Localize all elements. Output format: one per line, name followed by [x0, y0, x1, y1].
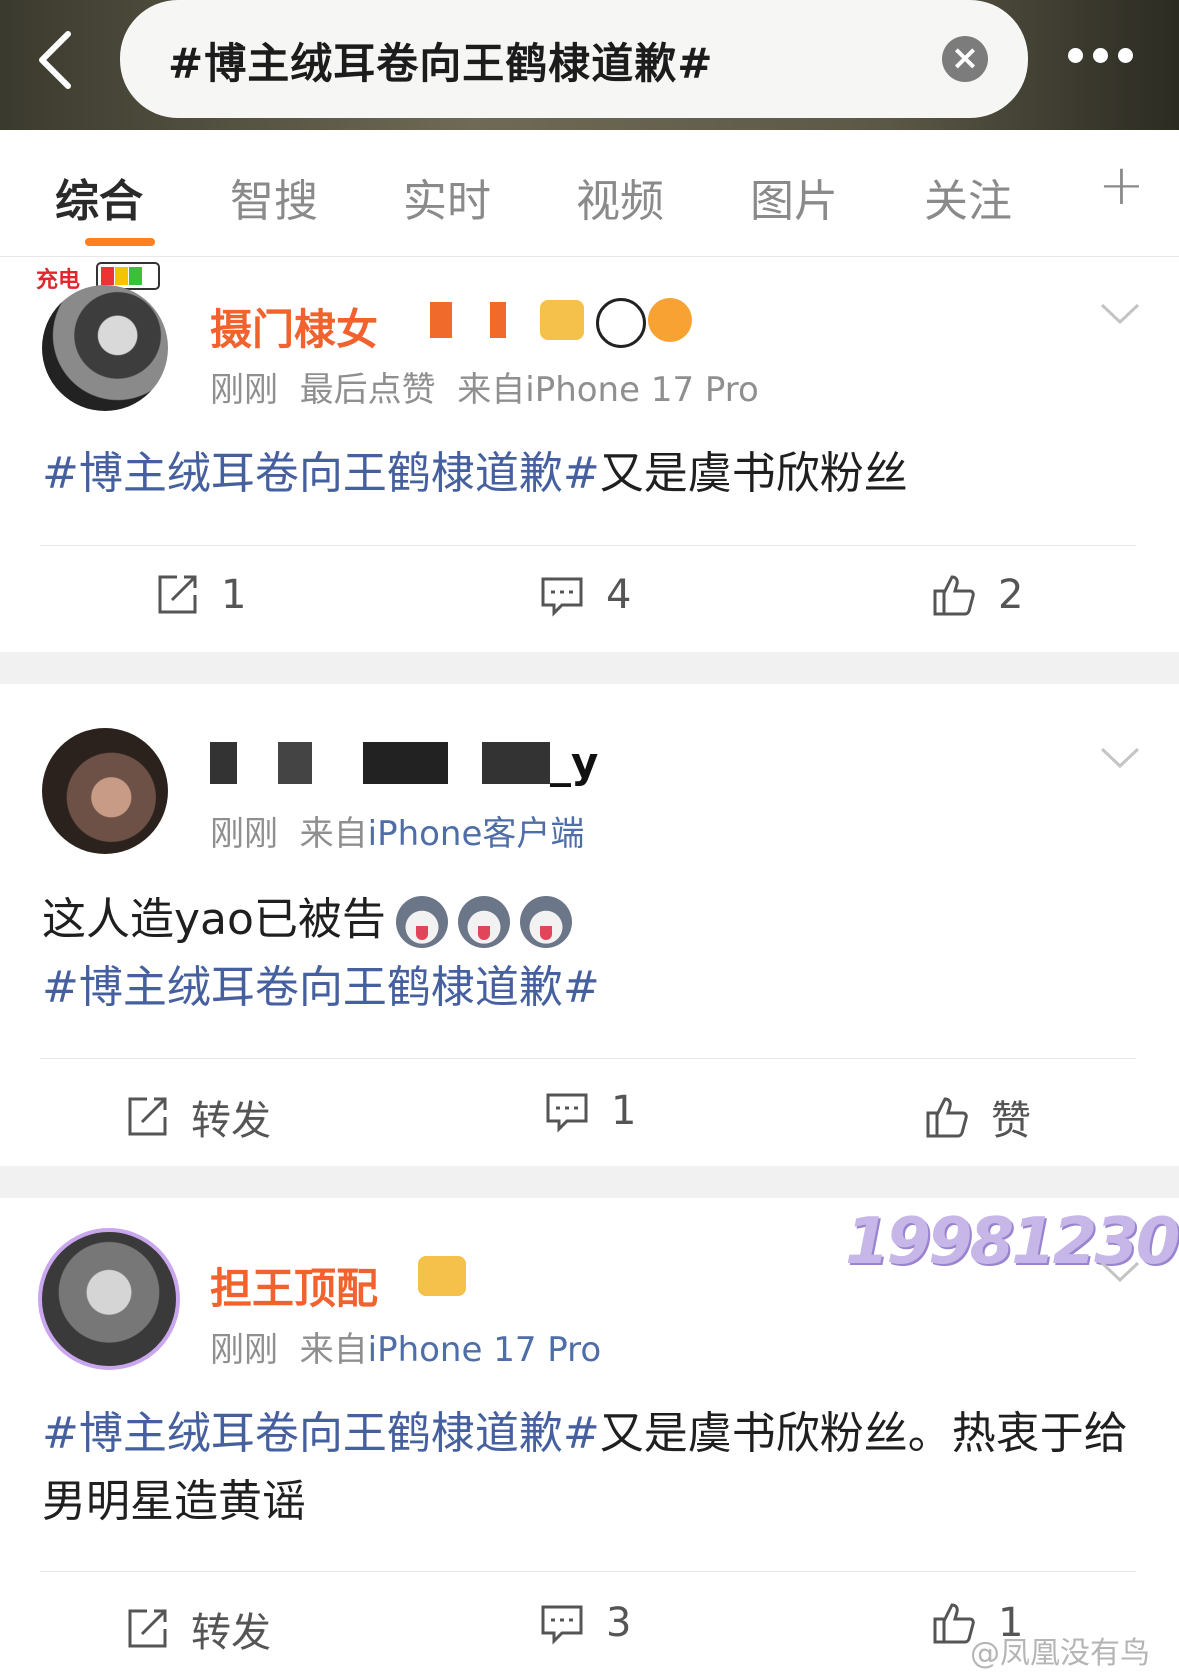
tab-realtime[interactable]: 实时: [403, 165, 491, 229]
back-button[interactable]: [34, 28, 78, 92]
repost-button[interactable]: 转发: [125, 1600, 271, 1658]
avatar[interactable]: [38, 1228, 180, 1370]
divider: [40, 1571, 1136, 1572]
avatar[interactable]: [42, 285, 168, 411]
post-source: 来自iPhone 17 Pro: [457, 370, 759, 410]
like-button[interactable]: 赞: [925, 1088, 1031, 1146]
hashtag-link[interactable]: #博主绒耳卷向王鹤棣道歉#: [42, 1408, 600, 1459]
chevron-down-icon[interactable]: [1100, 746, 1140, 770]
post-body: #博主绒耳卷向王鹤棣道歉#又是虞书欣粉丝。热衷于给男明星造黄谣: [42, 1400, 1142, 1536]
redacted-username: [210, 742, 550, 784]
thumbs-up-icon: [926, 1097, 968, 1138]
repost-label: 转发: [191, 1610, 271, 1656]
pufferfish-icon: [648, 298, 692, 342]
panda-icon: [596, 298, 646, 348]
post-meta: 刚刚 来自iPhone客户端: [210, 806, 584, 855]
top-bar: #博主绒耳卷向王鹤棣道歉# ×: [0, 0, 1179, 130]
repost-label: 转发: [191, 1098, 271, 1144]
dot-icon: [1068, 48, 1083, 63]
husky-emoji-icon: [395, 896, 448, 948]
post-meta: 刚刚 最后点赞 来自iPhone 17 Pro: [210, 362, 759, 411]
post-source[interactable]: iPhone客户端: [368, 814, 585, 854]
comment-count: 3: [606, 1600, 632, 1646]
repost-icon: [128, 1097, 167, 1136]
more-options-button[interactable]: [1068, 48, 1152, 68]
username[interactable]: 担王顶配: [210, 1255, 378, 1316]
post-source-prefix: 来自: [299, 1330, 368, 1370]
chevron-down-icon[interactable]: [1100, 302, 1140, 326]
divider: [40, 1058, 1136, 1059]
comment-button[interactable]: 4: [540, 572, 631, 618]
comment-icon: [541, 1605, 583, 1645]
tab-bar: 综合 智搜 实时 视频 图片 关注 +: [0, 130, 1179, 257]
hashtag-link[interactable]: #博主绒耳卷向王鹤棣道歉#: [42, 448, 600, 499]
repost-button[interactable]: 1: [155, 572, 246, 618]
username[interactable]: 摄门棣女: [210, 296, 378, 357]
watermark: @凤凰没有鸟: [970, 1636, 1150, 1671]
charging-label: 充电: [36, 268, 81, 293]
post-text: 这人造yao已被告: [42, 894, 386, 945]
redacted-block: [430, 302, 452, 338]
repost-count: 1: [221, 572, 247, 618]
crown-badge-icon: [540, 300, 584, 340]
add-tab-button[interactable]: +: [1098, 158, 1145, 214]
username[interactable]: _y: [550, 738, 598, 787]
repost-button[interactable]: 转发: [125, 1088, 271, 1146]
tab-comprehensive[interactable]: 综合: [55, 165, 143, 229]
clear-search-button[interactable]: ×: [942, 36, 988, 82]
comment-count: 4: [606, 572, 632, 618]
tab-images[interactable]: 图片: [750, 165, 838, 229]
repost-icon: [128, 1609, 167, 1648]
post-time: 刚刚: [210, 814, 278, 854]
thumbs-up-icon: [933, 575, 975, 616]
hashtag-link[interactable]: #博主绒耳卷向王鹤棣道歉#: [42, 962, 600, 1013]
dot-icon: [1118, 48, 1133, 63]
divider: [40, 545, 1136, 546]
like-label: 赞: [991, 1098, 1031, 1144]
post-separator: [0, 652, 1179, 684]
tab-video[interactable]: 视频: [576, 165, 664, 229]
post-body: 这人造yao已被告 #博主绒耳卷向王鹤棣道歉#: [42, 886, 1142, 1022]
repost-icon: [158, 575, 197, 614]
redacted-block: [490, 302, 506, 338]
tab-smart-search[interactable]: 智搜: [230, 165, 318, 229]
post-separator: [0, 1166, 1179, 1198]
post-source-prefix: 来自: [299, 814, 368, 854]
post-meta: 刚刚 来自iPhone 17 Pro: [210, 1322, 601, 1371]
active-tab-indicator: [85, 238, 155, 246]
dot-icon: [1093, 48, 1108, 63]
post-source[interactable]: iPhone 17 Pro: [368, 1330, 602, 1370]
husky-emoji-icon: [519, 896, 572, 948]
comment-button[interactable]: 3: [540, 1600, 631, 1646]
comment-button[interactable]: 1: [545, 1088, 636, 1134]
like-count: 2: [998, 572, 1024, 618]
chevron-left-icon: [39, 31, 71, 89]
like-button[interactable]: 2: [932, 572, 1023, 618]
comment-count: 1: [611, 1088, 637, 1134]
post-body: #博主绒耳卷向王鹤棣道歉#又是虞书欣粉丝: [42, 440, 1142, 508]
post-time: 刚刚: [210, 370, 278, 410]
comment-icon: [541, 577, 583, 617]
husky-emoji-icon: [457, 896, 510, 948]
post-extra: 最后点赞: [299, 370, 436, 410]
post-time: 刚刚: [210, 1330, 278, 1370]
avatar[interactable]: [42, 728, 168, 854]
comment-icon: [546, 1093, 588, 1133]
search-field[interactable]: #博主绒耳卷向王鹤棣道歉# ×: [120, 0, 1028, 118]
chevron-down-icon[interactable]: [1100, 1260, 1140, 1284]
crown-badge-icon: [418, 1256, 466, 1296]
tab-follow[interactable]: 关注: [924, 165, 1012, 229]
post-text: 又是虞书欣粉丝: [599, 448, 908, 499]
search-query[interactable]: #博主绒耳卷向王鹤棣道歉#: [168, 30, 713, 91]
